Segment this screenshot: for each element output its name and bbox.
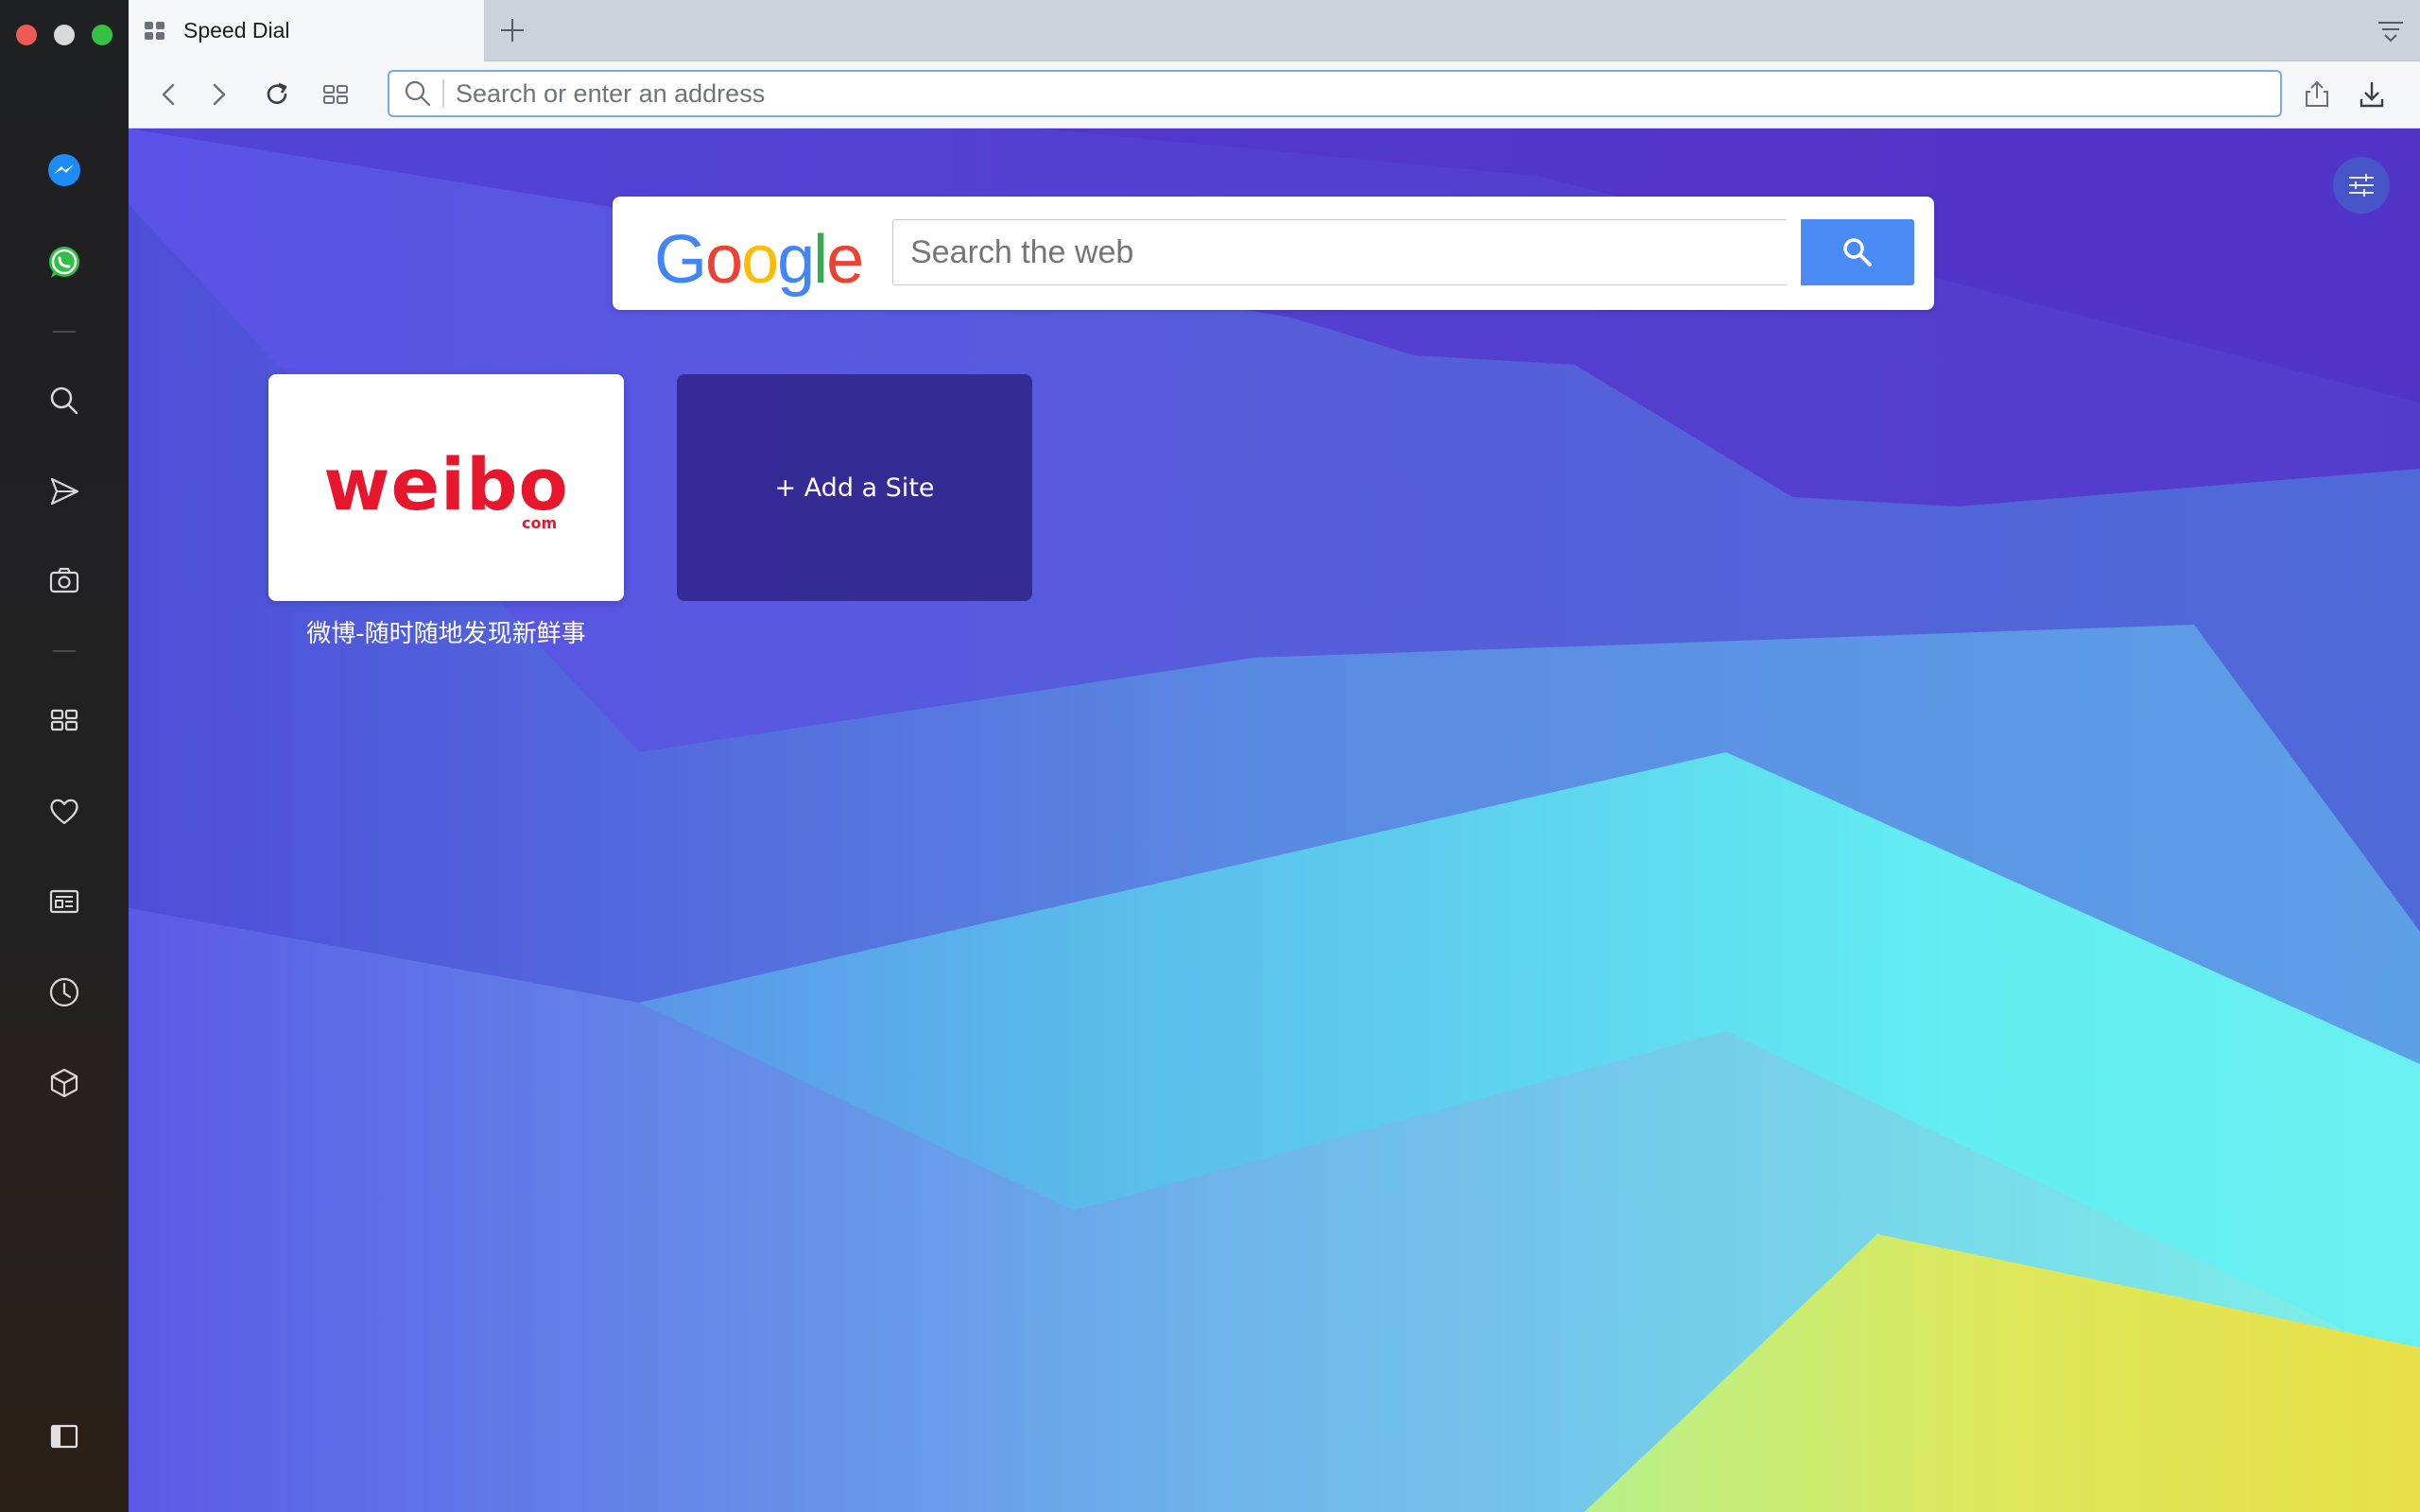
sliders-icon	[2349, 174, 2374, 197]
share-icon	[2306, 80, 2328, 107]
chevron-left-icon	[162, 83, 175, 106]
download-icon	[2360, 82, 2384, 108]
sidebar-divider	[53, 331, 76, 333]
google-logo: Google	[654, 221, 864, 299]
google-logo-letter: g	[777, 222, 815, 298]
google-logo-letter: l	[813, 222, 828, 298]
new-tab-button[interactable]	[492, 9, 533, 51]
address-input[interactable]	[454, 74, 2159, 113]
reload-icon	[267, 82, 287, 104]
speed-dial-button[interactable]	[316, 75, 355, 114]
tab-strip: Speed Dial	[129, 0, 2420, 61]
address-toolbar	[129, 61, 2420, 129]
address-bar[interactable]	[388, 70, 2282, 117]
share-button[interactable]	[2297, 75, 2337, 114]
camera-icon[interactable]	[36, 552, 93, 609]
tab-title: Speed Dial	[183, 18, 290, 43]
page-settings-button[interactable]	[2333, 157, 2390, 214]
send-icon[interactable]	[36, 463, 93, 520]
speed-dial-icon[interactable]	[36, 692, 93, 748]
chevron-right-icon	[213, 83, 226, 106]
google-logo-letter: o	[705, 222, 743, 298]
sidebar-divider	[53, 650, 76, 652]
address-divider	[442, 79, 444, 108]
minimize-window-button[interactable]	[54, 25, 75, 45]
speed-dial-caption[interactable]: 微博-随时随地发现新鲜事	[268, 614, 624, 649]
downloads-button[interactable]	[2352, 75, 2392, 114]
news-icon[interactable]	[36, 873, 93, 930]
speed-dial-tile-weibo[interactable]: weibo com	[268, 374, 624, 601]
extensions-icon[interactable]	[36, 1055, 93, 1111]
messenger-icon[interactable]	[36, 142, 93, 198]
search-icon	[1843, 238, 1872, 266]
web-search-input[interactable]	[892, 219, 1787, 285]
plus-icon	[501, 19, 524, 42]
heart-icon[interactable]	[36, 782, 93, 839]
google-logo-letter: o	[741, 222, 779, 298]
search-icon	[405, 80, 431, 107]
history-icon[interactable]	[36, 964, 93, 1021]
tab-speed-dial[interactable]: Speed Dial	[129, 0, 485, 61]
sidebar-toggle-icon[interactable]	[36, 1408, 93, 1465]
whatsapp-icon[interactable]	[36, 234, 93, 291]
back-button[interactable]	[149, 75, 189, 114]
reload-button[interactable]	[257, 75, 297, 114]
tab-menu-icon[interactable]	[2373, 13, 2409, 49]
background-wallpaper	[129, 129, 2420, 1512]
grid-icon	[323, 85, 348, 104]
close-window-button[interactable]	[16, 25, 37, 45]
add-site-button[interactable]: + Add a Site	[677, 374, 1032, 601]
google-logo-letter: G	[654, 222, 707, 298]
google-logo-letter: e	[826, 222, 864, 298]
speed-dial-icon	[145, 21, 164, 40]
google-search-box: Google	[613, 197, 1934, 310]
search-icon[interactable]	[36, 372, 93, 429]
weibo-logo-suffix: com	[522, 514, 558, 532]
weibo-logo: weibo	[323, 442, 569, 526]
web-search-button[interactable]	[1801, 219, 1914, 285]
speed-dial-page: Google weibo com 微博-随时随地发现新鲜事 + Add a Si…	[129, 129, 2420, 1512]
zoom-window-button[interactable]	[92, 25, 112, 45]
forward-button[interactable]	[199, 75, 238, 114]
sidebar	[0, 0, 129, 1512]
